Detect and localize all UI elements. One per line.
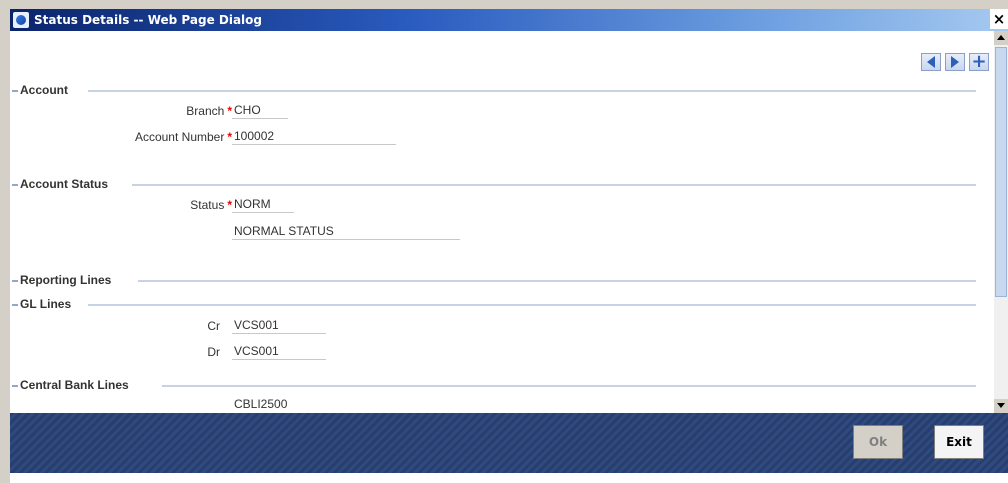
- account-number-label: Account Number *: [100, 130, 232, 144]
- close-button[interactable]: ×: [990, 9, 1008, 29]
- section-dash: [12, 304, 18, 306]
- section-rule: [162, 385, 976, 387]
- section-title: GL Lines: [20, 297, 76, 311]
- section-dash: [12, 385, 18, 387]
- section-reporting-lines: Reporting Lines: [10, 273, 976, 287]
- section-title: Central Bank Lines: [20, 378, 133, 392]
- branch-label-text: Branch: [186, 104, 225, 118]
- title-bar: Status Details -- Web Page Dialog: [10, 9, 1008, 31]
- status-description-field: NORMAL STATUS: [232, 224, 460, 240]
- add-record-button[interactable]: +: [969, 53, 989, 71]
- section-title: Account Status: [20, 177, 113, 191]
- account-number-label-text: Account Number: [134, 130, 225, 144]
- gl-dr-field[interactable]: VCS001: [232, 344, 326, 360]
- ie-icon: [13, 12, 29, 28]
- scroll-up-icon[interactable]: [994, 31, 1008, 45]
- branch-label: Branch *: [100, 104, 232, 118]
- exit-button[interactable]: Exit: [934, 425, 984, 459]
- section-rule: [132, 184, 976, 186]
- status-label: Status *: [100, 198, 232, 212]
- plus-icon: +: [971, 51, 987, 72]
- branch-field[interactable]: CHO: [232, 103, 288, 119]
- status-field[interactable]: NORM: [232, 197, 294, 213]
- dialog-footer: Ok Exit: [10, 413, 1008, 473]
- section-title: Account: [20, 83, 72, 97]
- gl-cr-field[interactable]: VCS001: [232, 318, 326, 334]
- section-gl-lines: GL Lines: [10, 297, 976, 311]
- ok-button[interactable]: Ok: [853, 425, 903, 459]
- central-bank-line-field[interactable]: CBLI2500: [232, 397, 326, 413]
- gl-cr-label: Cr: [207, 319, 220, 333]
- dialog-content: + Account Branch * CHO Account Number * 10…: [10, 31, 994, 413]
- section-dash: [12, 90, 18, 92]
- scroll-down-icon[interactable]: [994, 399, 1008, 413]
- section-rule: [88, 90, 976, 92]
- account-number-field[interactable]: 100002: [232, 129, 396, 145]
- arrow-right-icon: [951, 56, 959, 68]
- window-title: Status Details -- Web Page Dialog: [34, 13, 263, 27]
- dialog-window: Status Details -- Web Page Dialog × + Ac…: [0, 0, 1008, 483]
- section-dash: [12, 184, 18, 186]
- scroll-thumb[interactable]: [995, 47, 1007, 297]
- status-strip: [10, 473, 1008, 483]
- section-central-bank-lines: Central Bank Lines: [10, 378, 976, 392]
- section-account: Account: [10, 83, 976, 97]
- section-rule: [88, 304, 976, 306]
- previous-record-button[interactable]: [921, 53, 941, 71]
- arrow-left-icon: [927, 56, 935, 68]
- next-record-button[interactable]: [945, 53, 965, 71]
- section-rule: [138, 280, 976, 282]
- gl-dr-label: Dr: [207, 345, 220, 359]
- section-dash: [12, 280, 18, 282]
- section-account-status: Account Status: [10, 177, 976, 191]
- record-toolbar: +: [921, 53, 989, 71]
- vertical-scrollbar[interactable]: [994, 31, 1008, 413]
- status-label-text: Status: [190, 198, 225, 212]
- section-title: Reporting Lines: [20, 273, 116, 287]
